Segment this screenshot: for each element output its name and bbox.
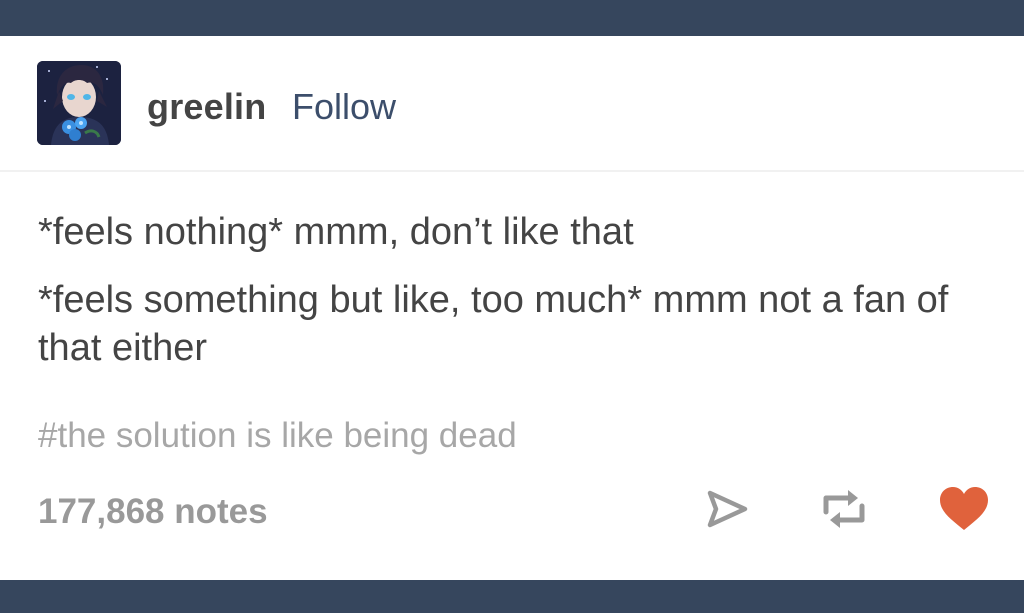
avatar-image xyxy=(37,61,121,145)
share-icon xyxy=(707,490,748,528)
post-header: greelin Follow xyxy=(0,36,1024,172)
follow-button[interactable]: Follow xyxy=(292,86,396,128)
avatar[interactable] xyxy=(37,61,121,145)
like-button[interactable] xyxy=(938,486,990,532)
post-paragraph: *feels nothing* mmm, don’t like that xyxy=(38,211,634,253)
post-paragraph: *feels something but like, too much* mmm… xyxy=(38,279,949,369)
author-username[interactable]: greelin xyxy=(147,86,266,128)
post-body: *feels nothing* mmm, don’t like that *fe… xyxy=(38,208,988,372)
reblog-button[interactable] xyxy=(820,486,868,532)
like-heart-icon xyxy=(940,487,988,530)
post-card: greelin Follow *feels nothing* mmm, don’… xyxy=(0,36,1024,580)
share-button[interactable] xyxy=(704,486,750,532)
notes-count[interactable]: 177,868 notes xyxy=(38,492,268,532)
reblog-icon xyxy=(823,490,865,528)
post-tag[interactable]: #the solution is like being dead xyxy=(38,416,517,456)
